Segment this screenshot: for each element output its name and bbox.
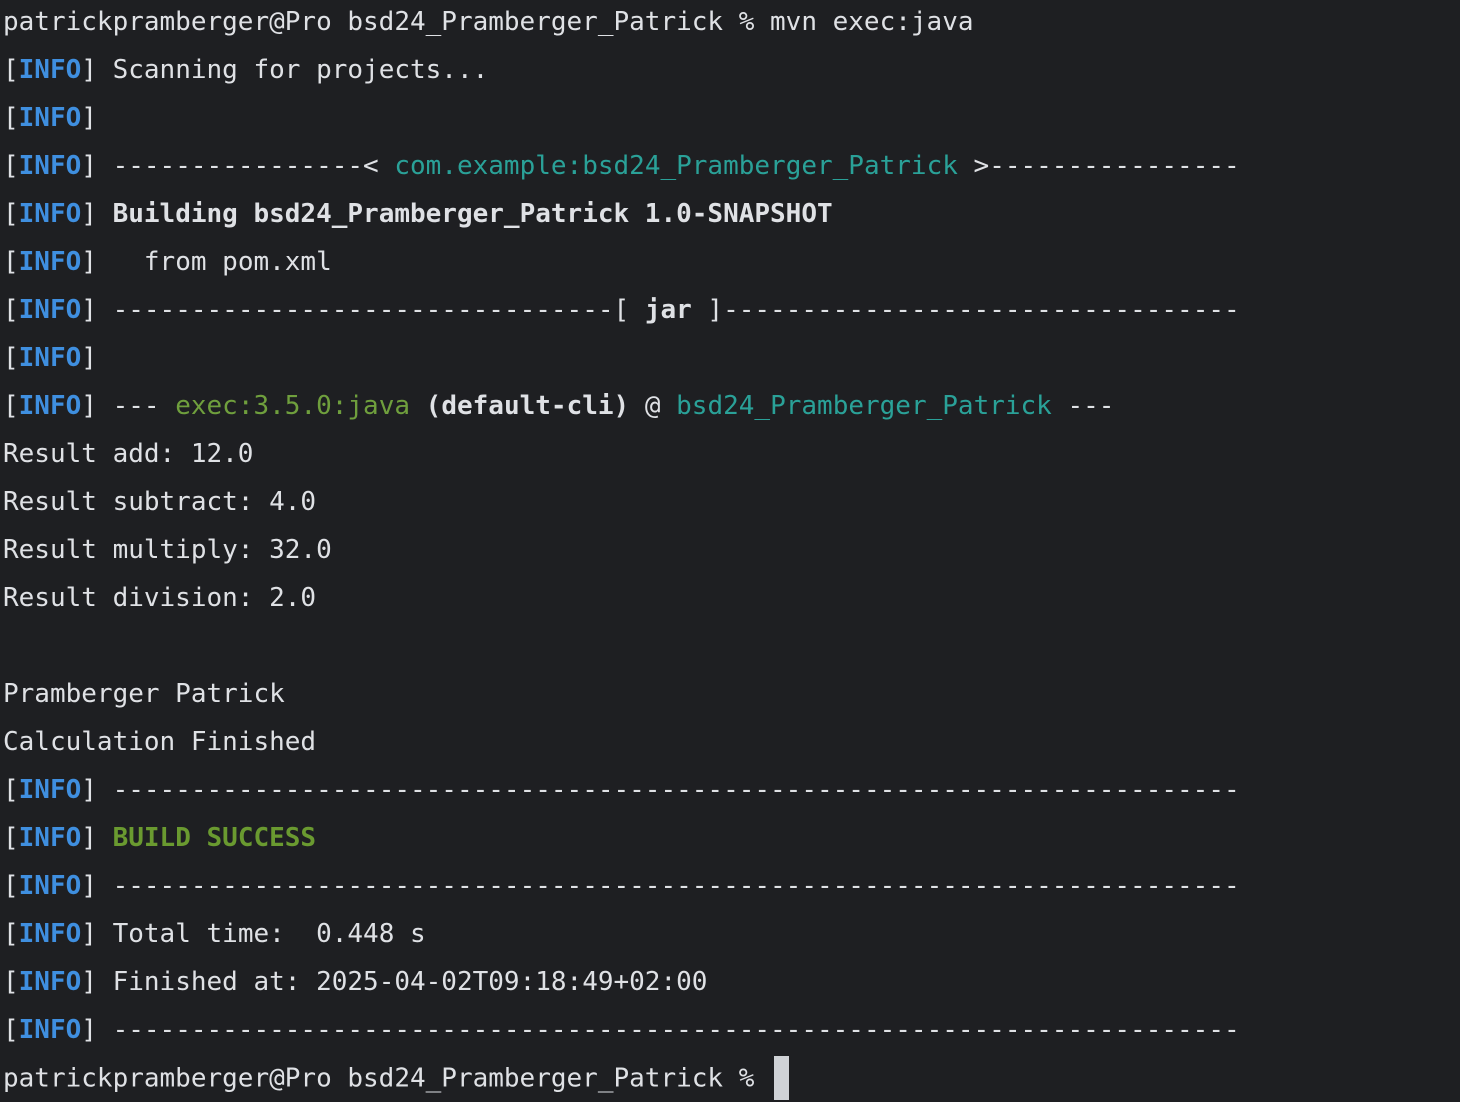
log-line-separator-3: [INFO] ---------------------------------…: [3, 1008, 1460, 1056]
separator-left: ----------------<: [96, 151, 395, 181]
info-label: INFO: [18, 199, 82, 229]
log-line-packaging-separator: [INFO] --------------------------------[…: [3, 288, 1460, 336]
info-open-bracket: [: [3, 823, 19, 853]
total-time: Total time: 0.448 s: [96, 919, 426, 949]
info-open-bracket: [: [3, 199, 19, 229]
log-text: Scanning for projects...: [96, 55, 489, 85]
info-close-bracket: ]: [81, 247, 97, 277]
shell-prompt: patrickpramberger@Pro bsd24_Pramberger_P…: [3, 1063, 755, 1094]
info-open-bracket: [: [3, 103, 19, 133]
info-open-bracket: [: [3, 247, 19, 277]
output-calc-finished: Calculation Finished: [3, 727, 317, 757]
info-open-bracket: [: [3, 967, 19, 997]
info-label: INFO: [18, 823, 82, 853]
info-label: INFO: [18, 919, 82, 949]
plugin-goal: exec:3.5.0:java: [175, 391, 411, 421]
terminal-window[interactable]: patrickpramberger@Pro bsd24_Pramberger_P…: [0, 0, 1460, 1102]
output-result-multiply: Result multiply: 32.0: [3, 535, 332, 565]
log-line-empty-2: [INFO]: [3, 336, 1460, 384]
finished-at: Finished at: 2025-04-02T09:18:49+02:00: [96, 967, 708, 997]
info-label: INFO: [18, 775, 82, 805]
output-result-subtract: Result subtract: 4.0: [3, 487, 317, 517]
execution-id: (default-cli): [410, 391, 630, 421]
info-label: INFO: [18, 151, 82, 181]
log-line-scanning: [INFO] Scanning for projects...: [3, 48, 1460, 96]
info-label: INFO: [18, 967, 82, 997]
info-open-bracket: [: [3, 391, 19, 421]
log-line-building: [INFO] Building bsd24_Pramberger_Patrick…: [3, 192, 1460, 240]
log-line-plugin: [INFO] --- exec:3.5.0:java (default-cli)…: [3, 384, 1460, 432]
info-open-bracket: [: [3, 919, 19, 949]
log-line-separator-1: [INFO] ---------------------------------…: [3, 768, 1460, 816]
output-author: Pramberger Patrick: [3, 679, 285, 709]
info-label: INFO: [18, 871, 82, 901]
info-close-bracket: ]: [81, 55, 97, 85]
separator-full: ----------------------------------------…: [96, 871, 1240, 901]
build-status: BUILD SUCCESS: [112, 823, 317, 853]
log-line-finished-at: [INFO] Finished at: 2025-04-02T09:18:49+…: [3, 960, 1460, 1008]
info-close-bracket: ]: [81, 919, 97, 949]
plugin-prefix: ---: [96, 391, 176, 421]
info-label: INFO: [18, 295, 82, 325]
log-line-artifact-separator: [INFO] ----------------< com.example:bsd…: [3, 144, 1460, 192]
info-close-bracket: ]: [81, 871, 97, 901]
info-label: INFO: [18, 247, 82, 277]
shell-prompt: patrickpramberger@Pro bsd24_Pramberger_P…: [3, 7, 755, 37]
info-open-bracket: [: [3, 775, 19, 805]
info-close-bracket: ]: [81, 199, 97, 229]
from-pom-text: from pom.xml: [96, 247, 332, 277]
separator-right: >----------------: [957, 151, 1240, 181]
text-cursor[interactable]: [774, 1056, 790, 1100]
info-open-bracket: [: [3, 343, 19, 373]
output-result-division: Result division: 2.0: [3, 583, 317, 613]
at-sign: @: [629, 391, 677, 421]
info-label: INFO: [18, 103, 82, 133]
info-label: INFO: [18, 55, 82, 85]
plugin-suffix: ---: [1051, 391, 1115, 421]
project-name: bsd24_Pramberger_Patrick: [676, 391, 1052, 421]
info-close-bracket: ]: [81, 391, 97, 421]
final-prompt-line[interactable]: patrickpramberger@Pro bsd24_Pramberger_P…: [3, 1056, 1460, 1102]
prompt-line: patrickpramberger@Pro bsd24_Pramberger_P…: [3, 0, 1460, 48]
separator-full: ----------------------------------------…: [96, 1015, 1240, 1045]
info-close-bracket: ]: [81, 295, 97, 325]
info-open-bracket: [: [3, 295, 19, 325]
info-label: INFO: [18, 1015, 82, 1045]
info-close-bracket: ]: [81, 1015, 97, 1045]
log-line-total-time: [INFO] Total time: 0.448 s: [3, 912, 1460, 960]
log-line-separator-2: [INFO] ---------------------------------…: [3, 864, 1460, 912]
log-line-build-status: [INFO] BUILD SUCCESS: [3, 816, 1460, 864]
log-line-from-pom: [INFO] from pom.xml: [3, 240, 1460, 288]
info-open-bracket: [: [3, 55, 19, 85]
output-blank-line: [3, 624, 1460, 672]
info-close-bracket: ]: [81, 343, 97, 373]
info-open-bracket: [: [3, 871, 19, 901]
info-open-bracket: [: [3, 151, 19, 181]
separator-right: ]---------------------------------: [691, 295, 1240, 325]
info-open-bracket: [: [3, 1015, 19, 1045]
info-label: INFO: [18, 391, 82, 421]
separator-full: ----------------------------------------…: [96, 775, 1240, 805]
info-close-bracket: ]: [81, 967, 97, 997]
building-text: Building bsd24_Pramberger_Patrick 1.0-SN…: [96, 199, 833, 229]
info-close-bracket: ]: [81, 151, 97, 181]
log-line-empty-1: [INFO]: [3, 96, 1460, 144]
artifact-id: com.example:bsd24_Pramberger_Patrick: [394, 151, 958, 181]
info-label: INFO: [18, 343, 82, 373]
shell-command: mvn exec:java: [770, 7, 974, 37]
output-result-add: Result add: 12.0: [3, 439, 254, 469]
info-close-bracket: ]: [81, 103, 97, 133]
info-close-bracket: ]: [81, 775, 97, 805]
separator-left: --------------------------------[: [96, 295, 645, 325]
info-close-bracket: ]: [81, 823, 97, 853]
packaging-type: jar: [644, 295, 692, 325]
